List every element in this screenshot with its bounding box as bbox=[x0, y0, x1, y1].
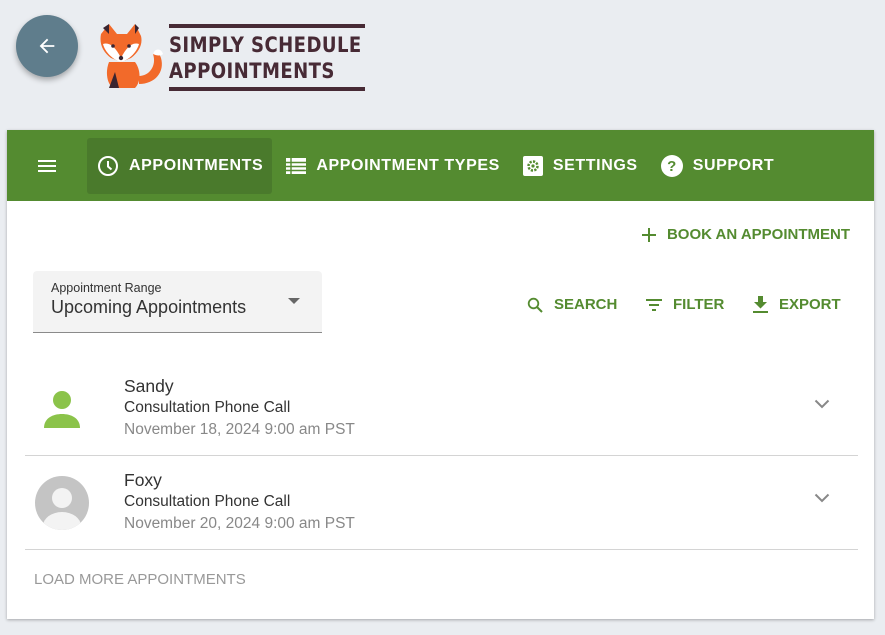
nav-support-label: SUPPORT bbox=[692, 156, 775, 174]
appointment-date: November 18, 2024 9:00 am PST bbox=[124, 421, 355, 438]
help-circle-icon: ? bbox=[660, 154, 683, 177]
nav-appointment-types-label: APPOINTMENT TYPES bbox=[316, 156, 500, 174]
search-button[interactable]: SEARCH bbox=[527, 296, 617, 313]
appointment-date: November 20, 2024 9:00 am PST bbox=[124, 515, 355, 532]
appointment-type: Consultation Phone Call bbox=[124, 399, 291, 416]
gear-icon bbox=[522, 155, 543, 176]
clock-icon bbox=[98, 155, 118, 176]
main-card: APPOINTMENTS APPOINTMENT TYPES SETTINGS … bbox=[7, 130, 874, 619]
book-appointment-button[interactable]: BOOK AN APPOINTMENT bbox=[641, 226, 850, 243]
appointment-name: Foxy bbox=[124, 470, 162, 490]
fox-mascot-icon bbox=[100, 24, 163, 88]
appointment-row[interactable]: Sandy Consultation Phone Call November 1… bbox=[25, 362, 858, 456]
download-icon bbox=[753, 296, 768, 313]
back-button[interactable] bbox=[16, 15, 78, 77]
nav-appointments-label: APPOINTMENTS bbox=[129, 156, 264, 174]
range-value: Upcoming Appointments bbox=[51, 297, 247, 317]
appointment-list: Sandy Consultation Phone Call November 1… bbox=[25, 362, 858, 550]
search-icon bbox=[527, 297, 543, 313]
export-button[interactable]: EXPORT bbox=[753, 296, 841, 313]
menu-button[interactable] bbox=[25, 144, 69, 188]
list-table-icon bbox=[286, 157, 307, 174]
appointment-row[interactable]: Foxy Consultation Phone Call November 20… bbox=[25, 456, 858, 550]
search-label: SEARCH bbox=[554, 296, 618, 313]
nav-appointment-types[interactable]: APPOINTMENT TYPES bbox=[276, 138, 509, 194]
appointment-name: Sandy bbox=[124, 376, 174, 396]
filter-label: FILTER bbox=[673, 296, 725, 313]
chevron-down-icon[interactable] bbox=[814, 493, 830, 503]
logo-line-2: APPOINTMENTS bbox=[169, 58, 335, 83]
person-icon bbox=[44, 391, 80, 428]
plus-icon bbox=[641, 227, 656, 242]
nav-support[interactable]: ? SUPPORT bbox=[651, 138, 784, 194]
chevron-down-icon[interactable] bbox=[814, 399, 830, 409]
filter-button[interactable]: FILTER bbox=[646, 296, 724, 313]
range-label: Appointment Range bbox=[51, 281, 162, 295]
logo: SIMPLY SCHEDULE APPOINTMENTS bbox=[95, 22, 365, 92]
logo-line-1: SIMPLY SCHEDULE bbox=[169, 32, 362, 57]
filter-icon bbox=[646, 298, 662, 311]
load-more-button[interactable]: LOAD MORE APPOINTMENTS bbox=[34, 571, 246, 588]
arrow-left-icon bbox=[39, 38, 55, 54]
appointment-type: Consultation Phone Call bbox=[124, 493, 291, 510]
svg-text:?: ? bbox=[667, 158, 677, 175]
hamburger-menu-icon bbox=[38, 159, 56, 172]
appointment-range-select[interactable]: Appointment Range Upcoming Appointments bbox=[33, 271, 322, 333]
nav-bar: APPOINTMENTS APPOINTMENT TYPES SETTINGS … bbox=[7, 130, 874, 201]
nav-settings[interactable]: SETTINGS bbox=[513, 138, 647, 194]
default-avatar-icon bbox=[35, 476, 89, 530]
caret-down-icon bbox=[288, 298, 300, 304]
book-appointment-label: BOOK AN APPOINTMENT bbox=[666, 226, 850, 243]
nav-appointments[interactable]: APPOINTMENTS bbox=[87, 137, 273, 194]
export-label: EXPORT bbox=[779, 296, 841, 313]
nav-settings-label: SETTINGS bbox=[552, 156, 638, 174]
